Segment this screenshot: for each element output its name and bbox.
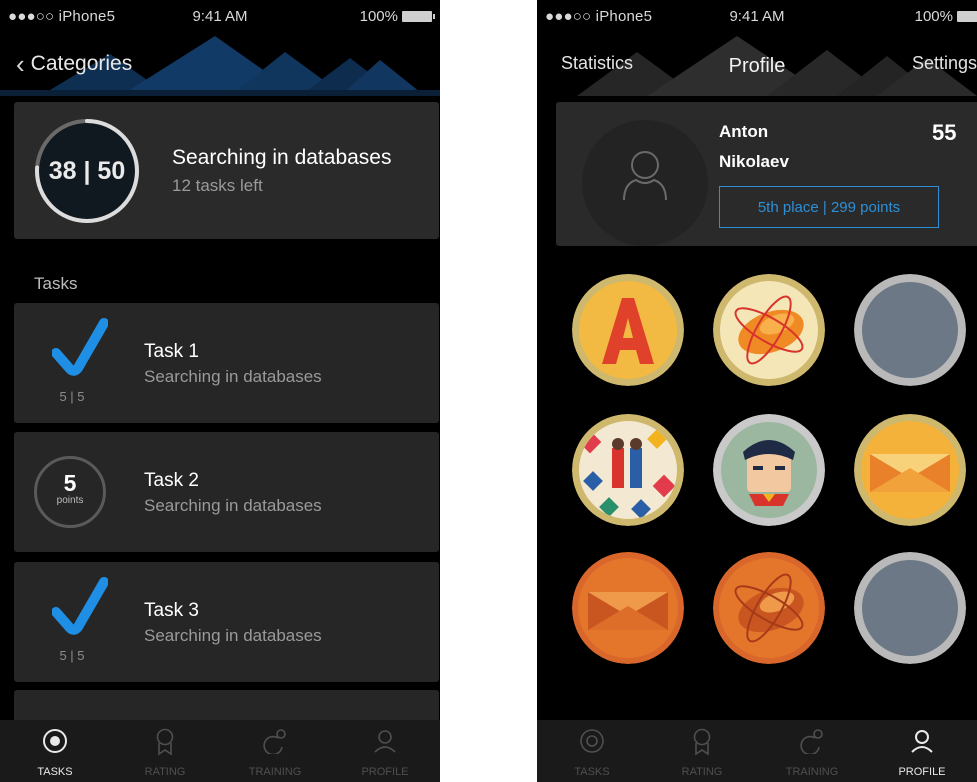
envelope-badge[interactable] (854, 414, 966, 526)
task-item[interactable]: 5 | 5 Task 1 Searching in databases (14, 303, 439, 423)
task-title: Task 3 (144, 600, 199, 621)
battery-icon (957, 11, 977, 22)
status-bar: ●●●○○ iPhone5 9:41 AM 100% (537, 0, 977, 34)
task-item[interactable]: 5 points Task 2 Searching in databases (14, 432, 439, 552)
tasks-screen: ●●●○○ iPhone5 9:41 AM 100% ‹ Categories … (0, 0, 440, 782)
task-score: 5 | 5 (59, 648, 85, 663)
tab-label: RATING (144, 766, 186, 778)
tab-label: RATING (681, 766, 723, 778)
profile-score: 55 (932, 120, 957, 145)
category-title: Searching in databases (172, 146, 392, 169)
battery-indicator: 100% (915, 8, 977, 25)
task-subtitle: Searching in databases (144, 626, 322, 645)
tab-rating[interactable]: RATING (647, 720, 757, 782)
avatar[interactable] (582, 120, 708, 246)
nav-bar: Statistics Profile Settings (537, 34, 977, 96)
back-button[interactable]: ‹ Categories (16, 49, 133, 79)
tab-tasks[interactable]: TASKS (0, 720, 110, 782)
person-icon (374, 730, 396, 753)
tab-label: PROFILE (898, 766, 946, 778)
battery-label: 100% (914, 8, 953, 25)
task-subtitle: Searching in databases (144, 496, 322, 515)
training-icon (800, 729, 823, 754)
tab-training[interactable]: TRAINING (757, 720, 867, 782)
tab-label: PROFILE (361, 766, 409, 778)
superhero-badge[interactable] (713, 414, 825, 526)
status-bar: ●●●○○ iPhone5 9:41 AM 100% (0, 0, 440, 34)
training-icon (263, 729, 286, 754)
tab-label: TRAINING (785, 766, 839, 778)
battery-indicator: 100% (359, 8, 435, 25)
section-label-tasks: Tasks (34, 274, 78, 293)
zeppelin-badge[interactable] (713, 274, 825, 386)
envelope-badge[interactable] (572, 552, 684, 664)
first-name: Anton (719, 122, 769, 141)
checkmark-icon (52, 577, 108, 635)
ribbon-icon (156, 728, 174, 756)
tab-tasks[interactable]: TASKS (537, 720, 647, 782)
letter-a-badge[interactable] (572, 274, 684, 386)
profile-screen: ●●●○○ iPhone5 9:41 AM 100% Statistics Pr… (537, 0, 977, 782)
locked-badge[interactable] (854, 552, 966, 664)
points-value: 5 (63, 470, 77, 496)
tab-profile[interactable]: PROFILE (330, 720, 440, 782)
category-progress: 38 | 50 (48, 156, 126, 185)
category-subtitle: 12 tasks left (172, 176, 263, 195)
task-title: Task 1 (144, 341, 199, 362)
task-title: Task 2 (144, 470, 199, 491)
rank-button[interactable]: 5th place | 299 points (719, 186, 939, 228)
tab-rating[interactable]: RATING (110, 720, 220, 782)
back-label: Categories (30, 52, 133, 75)
zeppelin-badge[interactable] (713, 552, 825, 664)
points-unit: points (56, 495, 84, 506)
tab-bar: TASKS RATING TRAINING PROFILE (0, 720, 440, 782)
person-icon (911, 730, 933, 753)
target-icon (43, 729, 67, 753)
task-subtitle: Searching in databases (144, 367, 322, 386)
person-icon (623, 151, 667, 201)
last-name: Nikolaev (719, 152, 789, 171)
nav-bar: ‹ Categories (0, 34, 440, 96)
settings-link[interactable]: Settings (912, 53, 977, 74)
tab-bar: TASKS RATING TRAINING PROFILE (537, 720, 977, 782)
task-item[interactable]: 5 | 5 Task 3 Searching in databases (14, 562, 439, 682)
task-score: 5 | 5 (59, 389, 85, 404)
checkmark-icon (52, 318, 108, 376)
tab-profile[interactable]: PROFILE (867, 720, 977, 782)
battery-label: 100% (359, 8, 398, 25)
tab-label: TRAINING (248, 766, 302, 778)
tab-label: TASKS (574, 766, 610, 778)
chevron-left-icon: ‹ (16, 49, 25, 79)
battery-icon (402, 11, 435, 22)
clock: 9:41 AM (729, 8, 785, 25)
tab-label: TASKS (37, 766, 73, 778)
category-card[interactable]: 38 | 50 Searching in databases 12 tasks … (14, 102, 439, 239)
locked-badge[interactable] (854, 274, 966, 386)
points-badge: 5 points (34, 456, 106, 528)
profile-card: Anton Nikolaev 55 5th place | 299 points (556, 102, 977, 246)
pattern-badge[interactable] (572, 414, 684, 526)
target-icon (580, 729, 604, 753)
ribbon-icon (693, 728, 711, 756)
tab-training[interactable]: TRAINING (220, 720, 330, 782)
